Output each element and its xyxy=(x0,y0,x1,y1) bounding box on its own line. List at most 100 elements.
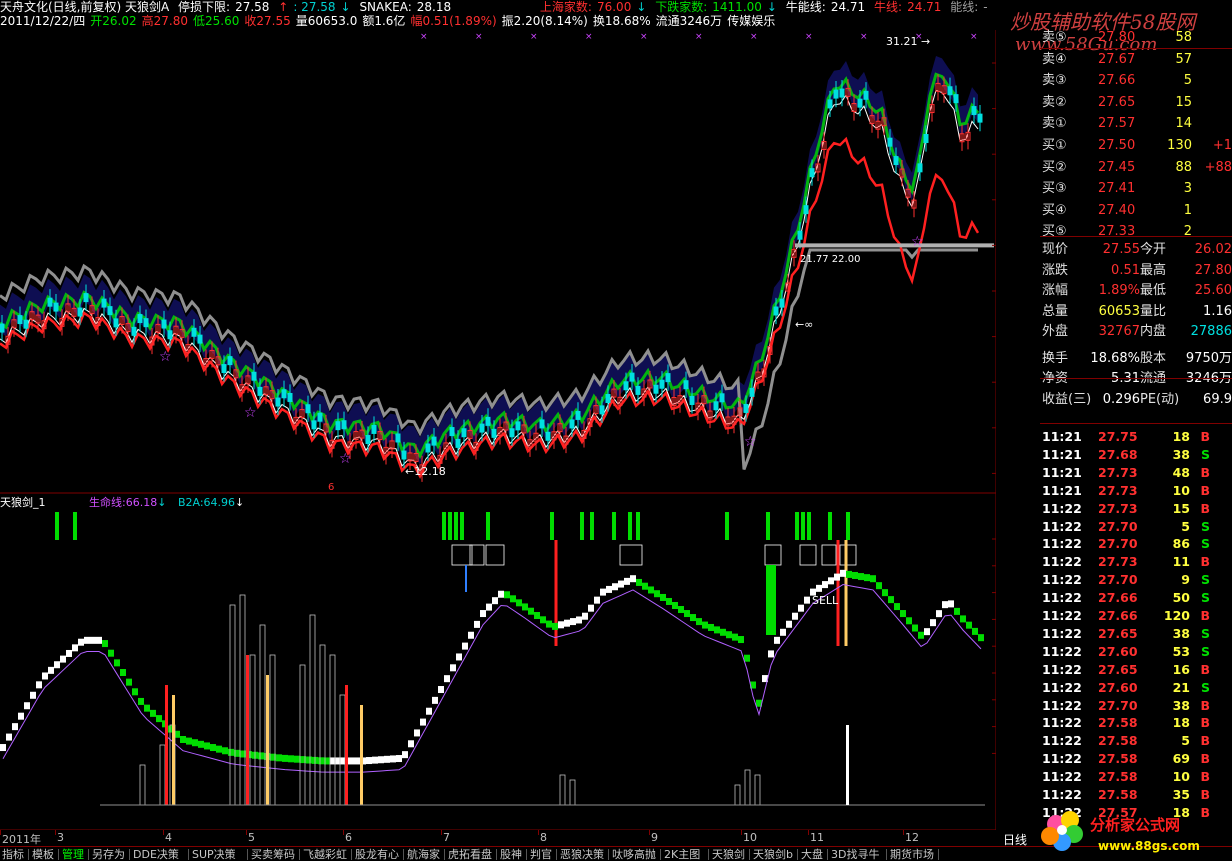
osc-block xyxy=(468,631,474,639)
tick-time: 11:22 xyxy=(1042,751,1082,767)
osc-block xyxy=(42,672,48,680)
osc-block xyxy=(954,607,960,615)
candle-body xyxy=(539,419,545,429)
osc-block xyxy=(936,610,942,618)
tab-17[interactable]: 天狼剑b xyxy=(753,848,793,861)
candle-body xyxy=(143,318,149,328)
candle-body xyxy=(257,386,263,396)
osc-block xyxy=(498,590,504,598)
tick-side: B xyxy=(1200,751,1210,767)
tab-10[interactable]: 虎拓看盘 xyxy=(448,848,492,861)
tab-2[interactable]: 管理 xyxy=(62,848,84,861)
candle-body xyxy=(803,205,809,215)
order-price: 27.80 xyxy=(1098,30,1136,45)
osc-block xyxy=(738,636,744,644)
order-volume: 88 xyxy=(1175,159,1192,175)
stop-loss-label: 停损下限: xyxy=(178,0,231,14)
indicator-header: 天狼剑_1 生命线:66.18↓ B2A:64.96↓ xyxy=(0,494,244,510)
tab-12[interactable]: 判官 xyxy=(530,848,552,861)
tab-11[interactable]: 股神 xyxy=(500,848,522,861)
tab-3[interactable]: 另存为 xyxy=(92,848,125,861)
tab-16[interactable]: 天狼剑 xyxy=(712,848,745,861)
stat-value: 0.296 xyxy=(1102,391,1140,407)
osc-block xyxy=(6,733,12,741)
candle-body xyxy=(83,293,89,303)
order-book-row: 卖④ 27.67 57 xyxy=(1040,50,1232,69)
candle-body xyxy=(113,318,119,328)
osc-block xyxy=(570,618,576,626)
candle-body xyxy=(713,401,719,411)
order-volume: 58 xyxy=(1175,30,1192,45)
star-icon: ☆ xyxy=(744,434,757,450)
tick-side: S xyxy=(1200,590,1210,606)
osc-block xyxy=(648,586,654,594)
tab-7[interactable]: 飞越彩虹 xyxy=(303,848,347,861)
tab-14[interactable]: 呔哆高抛 xyxy=(612,848,656,861)
candle-body xyxy=(491,428,497,438)
stat-label: 涨幅 xyxy=(1042,283,1069,298)
tick-price: 27.58 xyxy=(1098,751,1138,767)
tab-0[interactable]: 指标 xyxy=(2,848,24,861)
volume-signal-bar xyxy=(345,685,348,805)
panel-divider xyxy=(1040,48,1232,49)
osc-block xyxy=(366,757,372,765)
tab-18[interactable]: 大盘 xyxy=(801,848,823,861)
volume-bar xyxy=(299,664,306,806)
tick-row: 11:22 27.73 15 B xyxy=(1040,500,1232,518)
tab-20[interactable]: 期货市场 xyxy=(890,848,934,861)
stat-label: 最高 xyxy=(1140,262,1167,278)
osc-block xyxy=(828,577,834,585)
candle-body xyxy=(779,298,785,308)
tab-separator xyxy=(827,849,828,860)
candle-body xyxy=(275,397,281,407)
date-label: 7 xyxy=(443,831,450,844)
amplitude-value: 振2.20(8.14%) xyxy=(501,14,588,28)
order-label: 买⑤ xyxy=(1042,224,1067,240)
osc-block xyxy=(732,633,738,641)
tab-9[interactable]: 航海家 xyxy=(407,848,440,861)
tab-1[interactable]: 模板 xyxy=(32,848,54,861)
candle-body xyxy=(635,385,641,395)
trough-label: ←12.18 xyxy=(405,465,446,478)
candle-body xyxy=(53,302,59,312)
tab-15[interactable]: 2K主图 xyxy=(664,848,700,861)
tab-6[interactable]: 买卖筹码 xyxy=(251,848,295,861)
tab-5[interactable]: SUP决策 xyxy=(192,848,236,861)
stat-row: 收益(三) 0.296 PE(动) 69.9 xyxy=(1040,390,1232,409)
osc-block xyxy=(456,653,462,661)
osc-block xyxy=(336,757,342,765)
order-book-row: 卖② 27.65 15 xyxy=(1040,93,1232,112)
tab-separator xyxy=(708,849,709,860)
tab-separator xyxy=(797,849,798,860)
top-marker: × xyxy=(750,32,758,42)
energy-label: 能线: xyxy=(950,0,979,14)
signal-bar xyxy=(628,512,632,540)
tick-price: 27.70 xyxy=(1098,518,1138,534)
osc-block xyxy=(726,631,732,639)
tick-side: S xyxy=(1200,446,1210,462)
candle-body xyxy=(137,314,143,324)
stock-chart[interactable]: ☆ ☆ ☆ ☆ ☆ 31.21 → ←12.18 21.77 22.00 ←∞ 6 × × × × × × × ×… xyxy=(0,30,996,830)
site-logo: 分析家公式网 www.88gs.com xyxy=(1041,811,1200,853)
signal-bar xyxy=(725,512,729,540)
tab-13[interactable]: 恶狼决策 xyxy=(560,848,604,861)
candle-body xyxy=(827,99,833,109)
osc-block xyxy=(462,642,468,650)
lower-label: 下跌家数: xyxy=(655,0,708,14)
order-volume: 130 xyxy=(1167,138,1192,153)
tab-8[interactable]: 股龙有心 xyxy=(355,848,399,861)
tick-side: B xyxy=(1200,464,1210,480)
tab-19[interactable]: 3D找寻牛 xyxy=(831,848,879,861)
volume-bar xyxy=(139,764,146,806)
lower-value: 1411.00 xyxy=(712,0,762,14)
peak-label: 31.21 → xyxy=(886,35,930,48)
signal-bar xyxy=(766,512,770,540)
order-volume: 57 xyxy=(1175,51,1192,67)
osc-block xyxy=(258,752,264,760)
tick-side: B xyxy=(1200,429,1210,444)
period-label[interactable]: 日线 xyxy=(1003,831,1027,848)
tick-row: 11:22 27.66 50 S xyxy=(1040,589,1232,607)
price-pane: ☆ ☆ ☆ ☆ ☆ 31.21 → ←12.18 21.77 22.00 ←∞ 6 × × × × × × × ×… xyxy=(0,32,994,493)
tab-4[interactable]: DDE决策 xyxy=(133,848,179,861)
stat-label: 量比 xyxy=(1140,303,1167,319)
